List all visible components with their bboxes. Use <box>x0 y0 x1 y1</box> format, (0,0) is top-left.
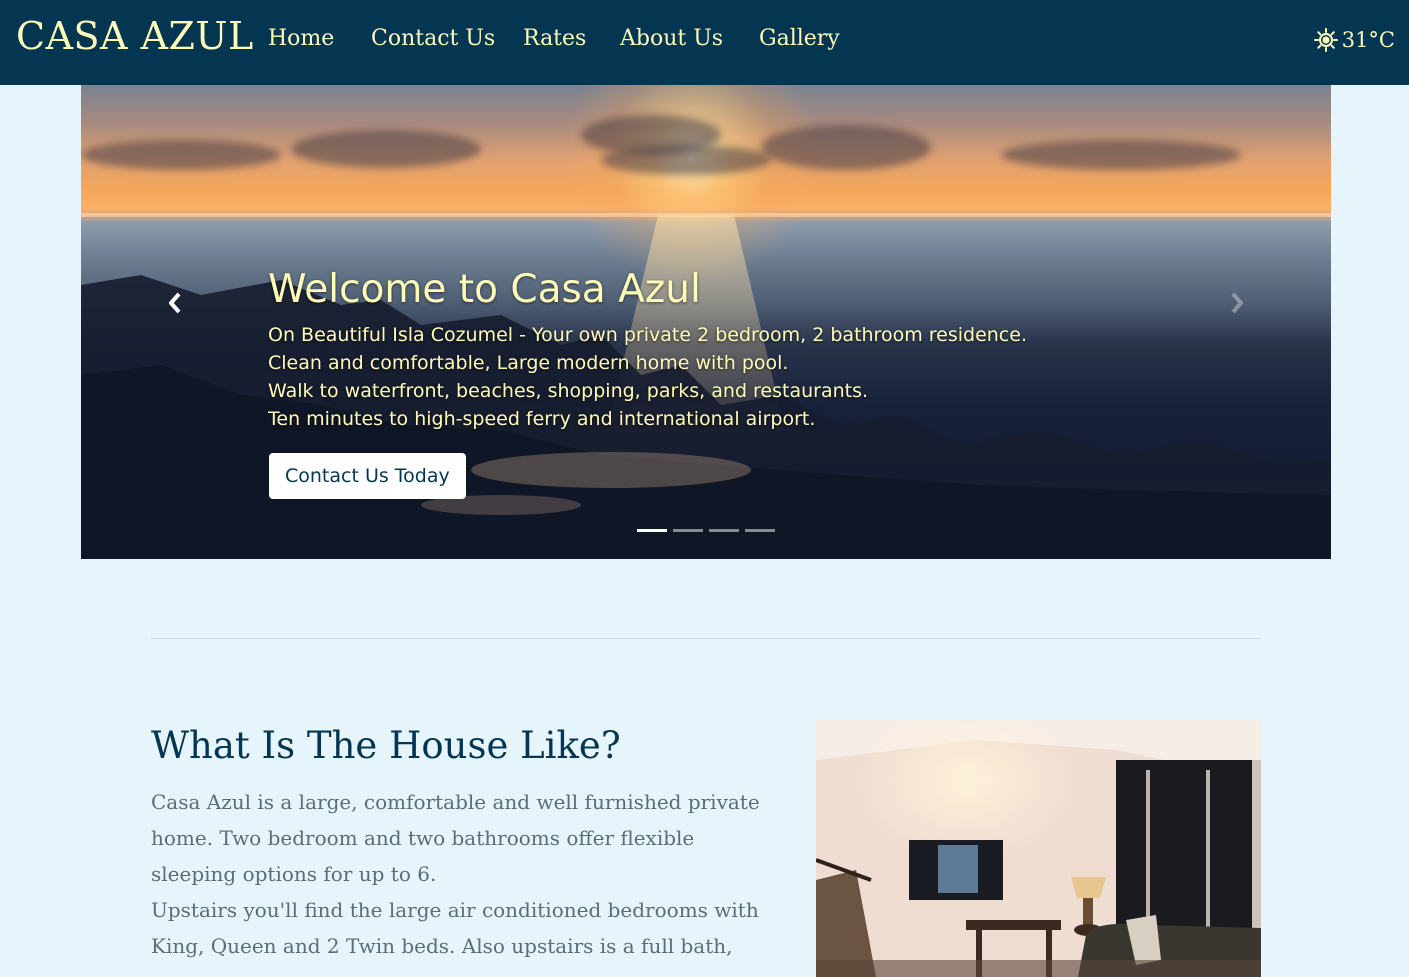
carousel-prev-button[interactable] <box>161 291 189 319</box>
living-room-photo <box>816 720 1261 977</box>
section-divider <box>151 638 1261 639</box>
hero-line: Ten minutes to high-speed ferry and inte… <box>268 408 816 430</box>
hero-line: On Beautiful Isla Cozumel - Your own pri… <box>268 324 1027 346</box>
carousel-next-button[interactable] <box>1223 291 1251 319</box>
hero-caption: Welcome to Casa Azul On Beautiful Isla C… <box>268 265 1148 433</box>
nav-item-home[interactable]: Home <box>268 26 334 51</box>
section-body: Casa Azul is a large, comfortable and we… <box>151 784 776 964</box>
carousel-indicator[interactable] <box>709 529 739 532</box>
hero-title: Welcome to Casa Azul <box>268 267 701 312</box>
section-paragraph: Upstairs you'll find the large air condi… <box>151 898 759 958</box>
carousel-indicators <box>637 529 775 532</box>
carousel-indicator[interactable] <box>745 529 775 532</box>
weather-widget: 31°C <box>1313 28 1395 52</box>
top-navbar: CASA AZUL Home Contact Us Rates About Us… <box>0 0 1409 85</box>
carousel-indicator[interactable] <box>637 529 667 532</box>
hero-line: Walk to waterfront, beaches, shopping, p… <box>268 380 869 402</box>
sun-icon <box>1313 28 1338 52</box>
section-title: What Is The House Like? <box>151 724 621 767</box>
nav-item-about-us[interactable]: About Us <box>620 26 723 51</box>
contact-us-today-button[interactable]: Contact Us Today <box>269 453 466 499</box>
brand-logo[interactable]: CASA AZUL <box>16 14 254 58</box>
nav-item-gallery[interactable]: Gallery <box>759 26 840 51</box>
chevron-right-icon <box>1229 292 1245 318</box>
temperature-readout: 31°C <box>1341 28 1395 52</box>
hero-line: Clean and comfortable, Large modern home… <box>268 352 789 374</box>
hero-carousel: Welcome to Casa Azul On Beautiful Isla C… <box>81 85 1331 559</box>
nav-item-rates[interactable]: Rates <box>523 26 586 51</box>
nav-item-contact-us[interactable]: Contact Us <box>371 26 495 51</box>
carousel-indicator[interactable] <box>673 529 703 532</box>
section-paragraph: Casa Azul is a large, comfortable and we… <box>151 790 760 886</box>
chevron-left-icon <box>167 292 183 318</box>
